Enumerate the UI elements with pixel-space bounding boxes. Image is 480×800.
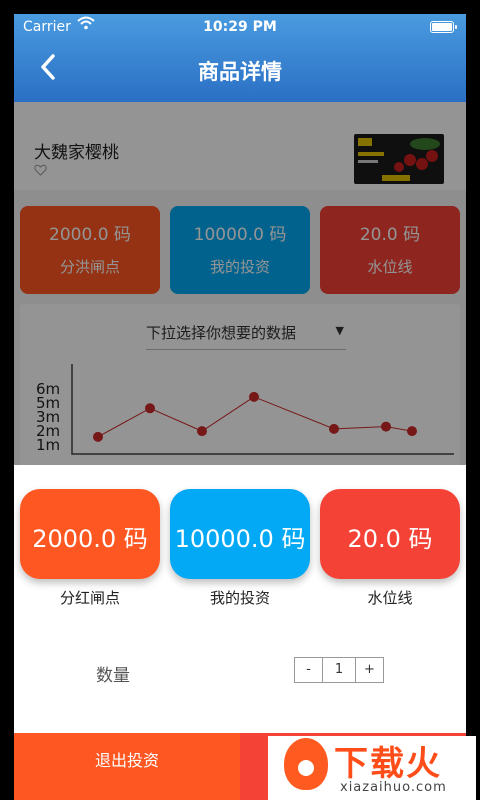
- card-value: 2000.0 码: [32, 525, 148, 553]
- battery-icon: [430, 21, 457, 33]
- status-bar: Carrier 10:29 PM: [14, 16, 466, 38]
- flame-icon: [284, 738, 328, 790]
- increment-button[interactable]: +: [355, 658, 383, 682]
- card-my-investment[interactable]: 10000.0 码: [170, 489, 310, 579]
- status-time: 10:29 PM: [203, 19, 277, 35]
- card-value: 20.0 码: [347, 525, 433, 553]
- exit-investment-button[interactable]: 退出投资: [14, 733, 240, 800]
- card-value: 10000.0 码: [174, 525, 306, 553]
- watermark-logo: 下载火 xiazaihuo.com: [268, 736, 476, 800]
- decrement-button[interactable]: -: [295, 658, 323, 682]
- top-bar: Carrier 10:29 PM 商品详情: [14, 14, 466, 102]
- quantity-value[interactable]: 1: [323, 658, 355, 682]
- quantity-label: 数量: [96, 666, 130, 686]
- card-label: 水位线: [367, 589, 413, 607]
- page-title: 商品详情: [198, 60, 282, 84]
- card-dividend-point[interactable]: 2000.0 码: [20, 489, 160, 579]
- card-label: 我的投资: [209, 589, 270, 607]
- app-screen: Carrier 10:29 PM 商品详情 大魏家樱桃 2000.0 码 分洪闸…: [14, 14, 466, 800]
- quantity-stepper: - 1 +: [294, 657, 384, 683]
- card-label: 分红闸点: [59, 589, 120, 607]
- watermark-sub: xiazaihuo.com: [340, 780, 447, 795]
- card-water-level[interactable]: 20.0 码: [320, 489, 460, 579]
- watermark-text: 下载火: [334, 744, 442, 784]
